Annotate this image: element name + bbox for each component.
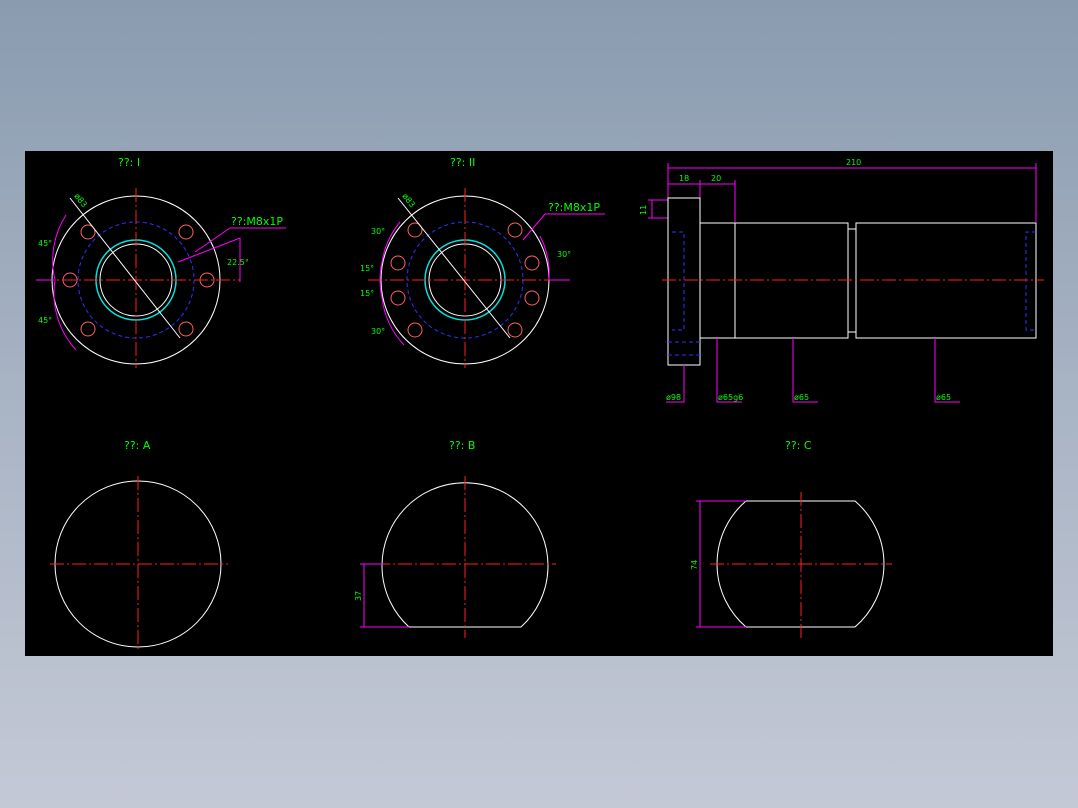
dia-98-label: ø98 <box>666 393 681 402</box>
angle-label-bottom: 45° <box>38 316 52 325</box>
callout-text: ??:M8x1P <box>231 215 283 228</box>
dim-37-label: 37 <box>354 591 363 601</box>
title-section-c: ??: C <box>785 439 812 452</box>
title-section-a: ??: A <box>124 439 151 452</box>
angle-label-top: 45° <box>38 239 52 248</box>
callout-text: ??:M8x1P <box>548 201 600 214</box>
angle-label-right: 30° <box>557 250 571 259</box>
dim-210-label: 210 <box>846 158 861 167</box>
angle-label-right: 22.5° <box>227 258 249 267</box>
angle-label-3: 15° <box>360 289 374 298</box>
angle-label-4: 30° <box>371 327 385 336</box>
dim-74-label: 74 <box>690 560 699 570</box>
title-section-b: ??: B <box>449 439 475 452</box>
title-view-1: ??: I <box>118 156 140 169</box>
title-view-2: ??: II <box>450 156 475 169</box>
dia-65-end-label: ø65 <box>936 393 951 402</box>
dia-65g6-label: ø65g6 <box>718 393 743 402</box>
dim-20-label: 20 <box>711 174 721 183</box>
cad-canvas: .w { stroke: #ffffff; fill: none; stroke… <box>25 151 1053 656</box>
angle-label-1: 30° <box>371 227 385 236</box>
angle-label-2: 15° <box>360 264 374 273</box>
dim-18-label: 18 <box>679 174 689 183</box>
dia-65-mid-label: ø65 <box>794 393 809 402</box>
drawing-sheet <box>25 151 1053 656</box>
dim-11-label: 11 <box>639 205 648 215</box>
